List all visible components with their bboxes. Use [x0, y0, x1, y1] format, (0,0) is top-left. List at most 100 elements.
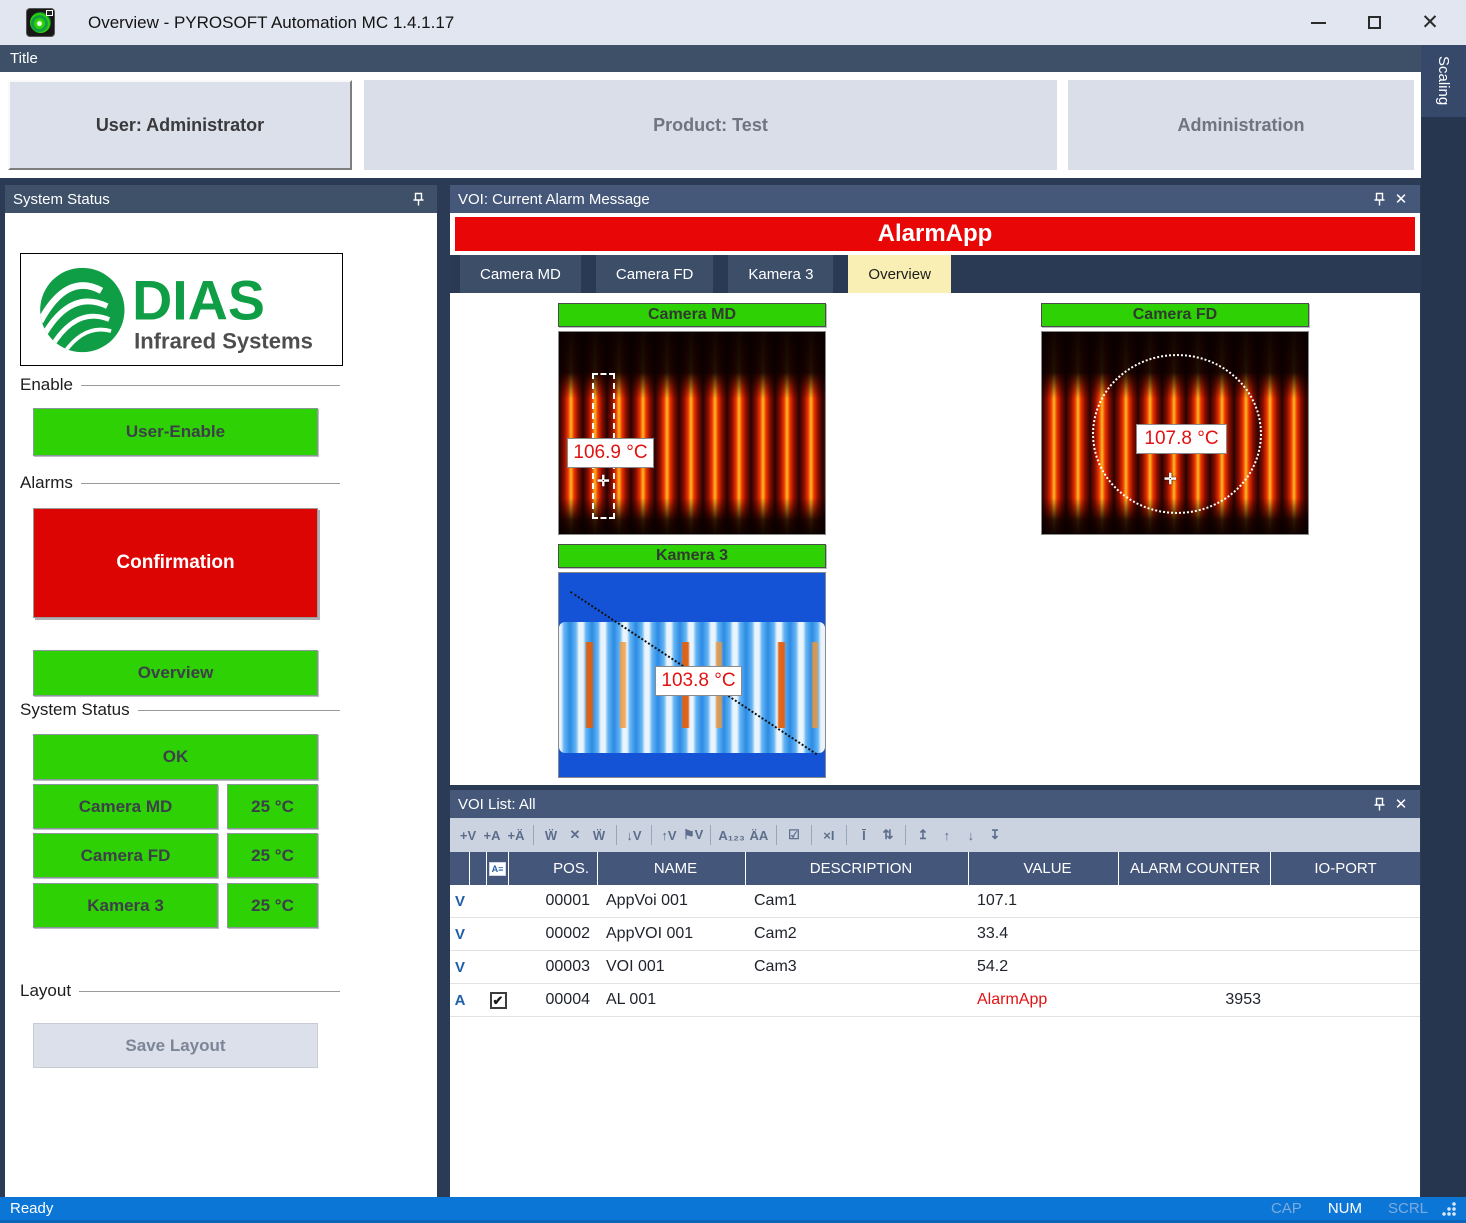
- move-down-icon[interactable]: ↓: [959, 822, 983, 848]
- alarms-label: Alarms: [20, 473, 73, 493]
- maximize-button[interactable]: [1346, 0, 1402, 45]
- rename-voi-icon[interactable]: ÄA: [747, 822, 771, 848]
- toolbar-separator: [776, 825, 777, 845]
- col-name[interactable]: NAME: [598, 852, 746, 885]
- table-cell: V: [450, 918, 470, 950]
- dias-logo-subtitle: Infrared Systems: [134, 328, 313, 353]
- table-cell: V: [450, 951, 470, 983]
- camera-fd-status-button[interactable]: Camera FD: [33, 833, 218, 878]
- edit-voi-icon[interactable]: Ẅ: [539, 822, 563, 848]
- edit-all-voi-icon[interactable]: Ẅ: [587, 822, 611, 848]
- voi-toolbar: +V+A+Ä Ẅ✕Ẅ ↓V ↑V⚑V A₁₂₃ÄA ☑ ×I Ī⇅ ↥↑↓↧: [450, 818, 1420, 852]
- camera-md-thermal-image[interactable]: 106.9 °C ✛: [558, 331, 826, 535]
- export-voi-icon[interactable]: ↑V: [657, 822, 681, 848]
- product-button[interactable]: Product: Test: [364, 80, 1057, 170]
- close-icon[interactable]: ✕: [1390, 793, 1412, 815]
- tab-overview[interactable]: Overview: [848, 255, 951, 293]
- camera-md-temp: 25 °C: [227, 784, 318, 829]
- num-lock-indicator: NUM: [1328, 1200, 1362, 1217]
- table-cell: 00004: [509, 984, 598, 1016]
- move-up-icon[interactable]: ↑: [935, 822, 959, 848]
- save-layout-button[interactable]: Save Layout: [33, 1023, 318, 1068]
- close-icon: ✕: [1421, 12, 1439, 33]
- col-pos[interactable]: POS.: [509, 852, 598, 885]
- delete-values-icon[interactable]: ×I: [817, 822, 841, 848]
- resize-grip[interactable]: [1442, 1202, 1456, 1216]
- col-description[interactable]: DESCRIPTION: [746, 852, 969, 885]
- voi-flag-icon[interactable]: ⚑V: [681, 822, 705, 848]
- menu-strip: Title: [0, 45, 1421, 72]
- voi-list-panel: VOI List: All ✕ +V+A+ÄẄ✕Ẅ↓V↑V⚑VA₁₂₃ÄA☑×I…: [450, 790, 1420, 1197]
- renumber-voi-icon[interactable]: A₁₂₃: [716, 822, 747, 848]
- roi-cross-marker: ✛: [1164, 470, 1177, 488]
- add-voi-icon[interactable]: +V: [456, 822, 480, 848]
- kamera-3-status-button[interactable]: Kamera 3: [33, 883, 218, 928]
- user-button[interactable]: User: Administrator: [8, 80, 352, 170]
- distribute-vertical-icon[interactable]: ⇅: [876, 822, 900, 848]
- col-value[interactable]: VALUE: [969, 852, 1119, 885]
- add-alarm-special-icon[interactable]: +Ä: [504, 822, 528, 848]
- col-label-icon[interactable]: A≡: [487, 852, 509, 885]
- table-cell: AppVoi 001: [598, 885, 746, 917]
- tab-kamera-3[interactable]: Kamera 3: [728, 255, 833, 293]
- status-bar: Ready CAP NUM SCRL: [0, 1197, 1466, 1223]
- ok-status-button[interactable]: OK: [33, 734, 318, 780]
- table-cell: [470, 885, 487, 917]
- overview-button[interactable]: Overview: [33, 650, 318, 696]
- tab-camera-md[interactable]: Camera MD: [460, 255, 581, 293]
- table-cell: AlarmApp: [969, 984, 1119, 1016]
- minimize-icon: [1311, 22, 1326, 24]
- minimize-button[interactable]: [1290, 0, 1346, 45]
- add-alarm-icon[interactable]: +A: [480, 822, 504, 848]
- camera-fd-view-title: Camera FD: [1041, 303, 1309, 327]
- table-cell: VOI 001: [598, 951, 746, 983]
- check-settings-icon[interactable]: ☑: [782, 822, 806, 848]
- alarm-banner: AlarmApp: [455, 217, 1415, 251]
- user-enable-button[interactable]: User-Enable: [33, 408, 318, 456]
- layout-label: Layout: [20, 981, 71, 1001]
- align-vertical-icon[interactable]: Ī: [852, 822, 876, 848]
- col-type[interactable]: [450, 852, 470, 885]
- row-checkbox-cell: ✔: [487, 984, 509, 1016]
- voi-tabstrip: Camera MD Camera FD Kamera 3 Overview: [450, 255, 1420, 293]
- administration-button[interactable]: Administration: [1068, 80, 1414, 170]
- col-blank[interactable]: [470, 852, 487, 885]
- move-top-icon[interactable]: ↥: [911, 822, 935, 848]
- toolbar-separator: [811, 825, 812, 845]
- camera-md-view: Camera MD 106.9 °C ✛: [558, 303, 826, 535]
- col-io-port[interactable]: IO-PORT: [1271, 852, 1420, 885]
- kamera-3-thermal-image[interactable]: 103.8 °C: [558, 572, 826, 778]
- move-bottom-icon[interactable]: ↧: [983, 822, 1007, 848]
- enable-label: Enable: [20, 375, 73, 395]
- import-voi-icon[interactable]: ↓V: [622, 822, 646, 848]
- camera-fd-thermal-image[interactable]: 107.8 °C ✛: [1041, 331, 1309, 535]
- table-row[interactable]: V00003VOI 001Cam354.2: [450, 951, 1420, 984]
- row-checkbox[interactable]: ✔: [490, 992, 507, 1009]
- confirmation-button[interactable]: Confirmation: [33, 508, 318, 618]
- col-alarm-counter[interactable]: ALARM COUNTER: [1119, 852, 1271, 885]
- table-row[interactable]: V00002AppVOI 001Cam233.4: [450, 918, 1420, 951]
- scaling-dock-tab[interactable]: Scaling: [1421, 45, 1466, 117]
- table-cell: [1119, 918, 1271, 950]
- dias-logo-text: DIAS: [132, 269, 265, 331]
- close-button[interactable]: ✕: [1402, 0, 1458, 45]
- pin-icon[interactable]: [1368, 188, 1390, 210]
- app-icon: [27, 9, 54, 36]
- camera-md-status-button[interactable]: Camera MD: [33, 784, 218, 829]
- pin-icon[interactable]: [407, 188, 429, 210]
- camera-md-temp-label: 106.9 °C: [567, 438, 654, 468]
- tab-camera-fd[interactable]: Camera FD: [596, 255, 714, 293]
- camera-fd-view: Camera FD 107.8 °C ✛: [1041, 303, 1309, 535]
- toolbar-separator: [710, 825, 711, 845]
- table-row[interactable]: V00001AppVoi 001Cam1107.1: [450, 885, 1420, 918]
- voi-panel-title: VOI: Current Alarm Message: [458, 191, 1368, 208]
- row-checkbox-cell: [487, 918, 509, 950]
- voi-overview-content: Camera MD 106.9 °C ✛ Camera FD 107.8 °C …: [450, 293, 1420, 785]
- toolbar-separator: [533, 825, 534, 845]
- close-icon[interactable]: ✕: [1390, 188, 1412, 210]
- table-cell: [1271, 984, 1420, 1016]
- table-row[interactable]: A✔00004AL 001AlarmApp3953: [450, 984, 1420, 1017]
- camera-fd-temp-label: 107.8 °C: [1136, 424, 1227, 454]
- delete-voi-icon[interactable]: ✕: [563, 822, 587, 848]
- pin-icon[interactable]: [1368, 793, 1390, 815]
